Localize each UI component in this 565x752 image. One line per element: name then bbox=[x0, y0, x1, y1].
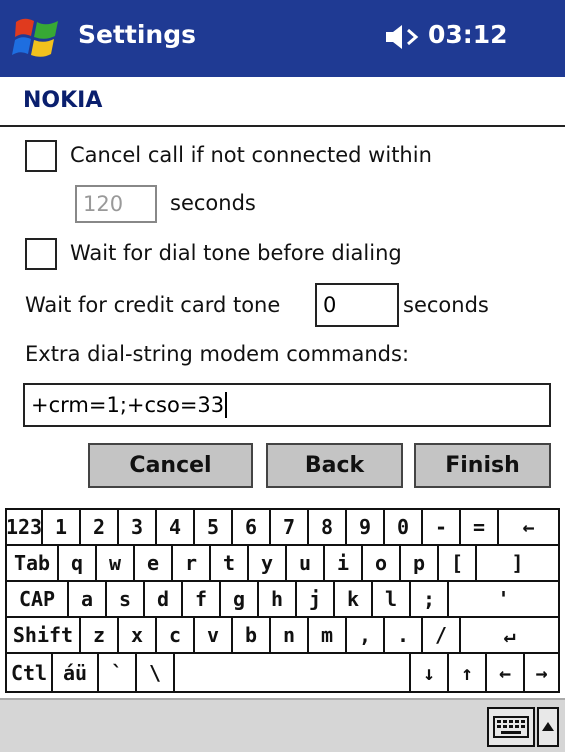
key-minus[interactable]: - bbox=[423, 510, 461, 544]
key-e[interactable]: e bbox=[135, 546, 173, 580]
credit-card-input[interactable]: 0 bbox=[315, 283, 399, 327]
key-j[interactable]: j bbox=[297, 582, 335, 616]
key-4[interactable]: 4 bbox=[157, 510, 195, 544]
dial-tone-label: Wait for dial tone before dialing bbox=[70, 241, 402, 265]
speaker-icon[interactable] bbox=[384, 22, 420, 52]
key-space[interactable] bbox=[175, 654, 411, 691]
keyboard-row-1: 123 1 2 3 4 5 6 7 8 9 0 - = ← bbox=[6, 510, 558, 546]
keyboard-row-4: Shift z x c v b n m , . / ↵ bbox=[7, 618, 558, 654]
key-f[interactable]: f bbox=[183, 582, 221, 616]
key-right-bracket[interactable]: ] bbox=[477, 546, 558, 580]
key-l[interactable]: l bbox=[373, 582, 411, 616]
window-title: Settings bbox=[78, 20, 197, 49]
key-left-bracket[interactable]: [ bbox=[439, 546, 477, 580]
key-u[interactable]: u bbox=[287, 546, 325, 580]
key-g[interactable]: g bbox=[221, 582, 259, 616]
credit-card-seconds-label: seconds bbox=[403, 293, 489, 317]
key-2[interactable]: 2 bbox=[81, 510, 119, 544]
credit-card-value: 0 bbox=[323, 293, 337, 317]
key-tab[interactable]: Tab bbox=[7, 546, 59, 580]
key-i[interactable]: i bbox=[325, 546, 363, 580]
key-slash[interactable]: / bbox=[423, 618, 461, 652]
key-x[interactable]: x bbox=[119, 618, 157, 652]
dial-tone-checkbox[interactable] bbox=[25, 238, 57, 270]
key-shift[interactable]: Shift bbox=[7, 618, 81, 652]
key-d[interactable]: d bbox=[145, 582, 183, 616]
key-y[interactable]: y bbox=[249, 546, 287, 580]
key-semicolon[interactable]: ; bbox=[411, 582, 449, 616]
divider bbox=[0, 125, 565, 127]
cancel-call-label: Cancel call if not connected within bbox=[70, 143, 432, 167]
key-s[interactable]: s bbox=[107, 582, 145, 616]
menu-bar bbox=[0, 698, 565, 752]
key-w[interactable]: w bbox=[97, 546, 135, 580]
extra-commands-value: +crm=1;+cso=33 bbox=[31, 393, 225, 417]
key-8[interactable]: 8 bbox=[309, 510, 347, 544]
key-enter[interactable]: ↵ bbox=[461, 618, 558, 652]
key-a[interactable]: a bbox=[69, 582, 107, 616]
back-button[interactable]: Back bbox=[266, 443, 403, 488]
key-o[interactable]: o bbox=[363, 546, 401, 580]
keyboard-row-2: Tab q w e r t y u i o p [ ] bbox=[7, 546, 558, 582]
key-right-arrow[interactable]: → bbox=[525, 654, 558, 691]
cancel-button[interactable]: Cancel bbox=[88, 443, 253, 488]
key-z[interactable]: z bbox=[81, 618, 119, 652]
key-1[interactable]: 1 bbox=[43, 510, 81, 544]
title-bar: Settings 03:12 bbox=[0, 0, 565, 77]
finish-button[interactable]: Finish bbox=[414, 443, 551, 488]
text-caret bbox=[225, 392, 228, 418]
key-t[interactable]: t bbox=[211, 546, 249, 580]
key-6[interactable]: 6 bbox=[233, 510, 271, 544]
credit-card-label: Wait for credit card tone bbox=[25, 293, 281, 317]
windows-flag-icon[interactable] bbox=[12, 12, 64, 64]
key-down-arrow[interactable]: ↓ bbox=[411, 654, 449, 691]
keyboard-row-5: Ctl áü ` \ ↓ ↑ ← → bbox=[7, 654, 558, 691]
extra-commands-label: Extra dial-string modem commands: bbox=[25, 342, 410, 366]
key-q[interactable]: q bbox=[59, 546, 97, 580]
key-backspace[interactable]: ← bbox=[499, 510, 558, 544]
timeout-input[interactable]: 120 bbox=[75, 185, 157, 223]
key-3[interactable]: 3 bbox=[119, 510, 157, 544]
key-p[interactable]: p bbox=[401, 546, 439, 580]
cancel-call-checkbox[interactable] bbox=[25, 140, 57, 172]
key-v[interactable]: v bbox=[195, 618, 233, 652]
key-quote[interactable]: ' bbox=[449, 582, 558, 616]
key-backslash[interactable]: \ bbox=[137, 654, 175, 691]
key-accents[interactable]: áü bbox=[53, 654, 99, 691]
key-h[interactable]: h bbox=[259, 582, 297, 616]
up-arrow-icon[interactable] bbox=[537, 707, 559, 747]
key-caps[interactable]: CAP bbox=[7, 582, 69, 616]
key-c[interactable]: c bbox=[157, 618, 195, 652]
keyboard-row-3: CAP a s d f g h j k l ; ' bbox=[7, 582, 558, 618]
key-comma[interactable]: , bbox=[347, 618, 385, 652]
key-k[interactable]: k bbox=[335, 582, 373, 616]
key-n[interactable]: n bbox=[271, 618, 309, 652]
page-heading: NOKIA bbox=[23, 88, 103, 113]
extra-commands-input[interactable]: +crm=1;+cso=33 bbox=[23, 383, 551, 427]
key-up-arrow[interactable]: ↑ bbox=[449, 654, 487, 691]
key-5[interactable]: 5 bbox=[195, 510, 233, 544]
key-b[interactable]: b bbox=[233, 618, 271, 652]
key-left-arrow[interactable]: ← bbox=[487, 654, 525, 691]
key-7[interactable]: 7 bbox=[271, 510, 309, 544]
key-equals[interactable]: = bbox=[461, 510, 499, 544]
soft-keyboard: 123 1 2 3 4 5 6 7 8 9 0 - = ← Tab q w e … bbox=[5, 508, 560, 693]
seconds-label: seconds bbox=[170, 191, 256, 215]
key-m[interactable]: m bbox=[309, 618, 347, 652]
key-ctrl[interactable]: Ctl bbox=[7, 654, 53, 691]
key-9[interactable]: 9 bbox=[347, 510, 385, 544]
key-period[interactable]: . bbox=[385, 618, 423, 652]
clock[interactable]: 03:12 bbox=[428, 20, 508, 49]
key-backtick[interactable]: ` bbox=[99, 654, 137, 691]
keyboard-icon[interactable] bbox=[487, 707, 535, 747]
timeout-value: 120 bbox=[83, 192, 124, 216]
key-r[interactable]: r bbox=[173, 546, 211, 580]
key-123[interactable]: 123 bbox=[6, 510, 43, 544]
key-0[interactable]: 0 bbox=[385, 510, 423, 544]
